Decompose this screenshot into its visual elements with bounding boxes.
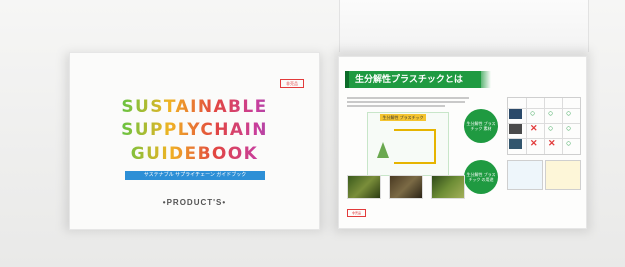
mark-r0c1: ○ — [548, 108, 554, 118]
grid-line — [562, 98, 563, 154]
body-text-line — [347, 105, 445, 107]
cycle-arrow — [394, 162, 436, 164]
note-box — [545, 160, 581, 190]
note-box — [507, 160, 543, 190]
cycle-arrow — [434, 129, 436, 164]
raised-page-edge — [339, 0, 589, 52]
guidebook-cover: 非売品 SUSTAINABLE SUPPLYCHAIN GUIDEBOOK サス… — [69, 52, 320, 230]
plant-photo — [431, 175, 465, 199]
mark-r1c0: ✕ — [530, 123, 538, 133]
cover-subtitle: サステナブル サプライチェーン ガイドブック — [125, 171, 265, 180]
not-for-sale-stamp: 非売品 — [280, 79, 304, 88]
diagram-label: 生分解性 プラスチック — [380, 114, 426, 121]
leaf-photo — [347, 175, 381, 199]
mark-r1c1: ○ — [548, 123, 554, 133]
table-thumbnail — [509, 109, 522, 119]
body-text-line — [347, 97, 469, 99]
mark-r2c2: ○ — [566, 138, 572, 148]
not-for-sale-tag: 非売品 — [347, 209, 366, 217]
cycle-arrow — [394, 129, 436, 131]
spread-page: 生分解性プラスチックとは 生分解性 プラスチック 生分解性 プラスチック 素材 … — [338, 56, 587, 229]
soil-photo — [389, 175, 423, 199]
mark-r0c2: ○ — [566, 108, 572, 118]
body-text-line — [347, 101, 465, 103]
grid-line — [526, 98, 527, 154]
usage-circle: 生分解性 プラスチック の用途 — [464, 160, 498, 194]
material-circle: 生分解性 プラスチック 素材 — [464, 109, 498, 143]
mark-r2c0: ✕ — [530, 138, 538, 148]
mark-r0c0: ○ — [530, 108, 536, 118]
brand-name: •PRODUCT'S• — [162, 198, 227, 207]
mark-r1c2: ○ — [566, 123, 572, 133]
grid-line — [544, 98, 545, 154]
cover-title-line-3: GUIDEBOOK — [70, 144, 319, 164]
photo-scene: 非売品 SUSTAINABLE SUPPLYCHAIN GUIDEBOOK サス… — [0, 0, 625, 267]
mark-r2c1: ✕ — [548, 138, 556, 148]
table-thumbnail — [509, 124, 522, 134]
heading-fade — [477, 71, 491, 88]
tree-icon — [377, 142, 389, 158]
cover-title-line-1: SUSTAINABLE — [70, 97, 319, 117]
cover-title-line-2: SUPPLYCHAIN — [70, 120, 319, 140]
heading-accent — [345, 71, 349, 88]
spread-heading: 生分解性プラスチックとは — [345, 71, 481, 88]
table-thumbnail — [509, 139, 522, 149]
